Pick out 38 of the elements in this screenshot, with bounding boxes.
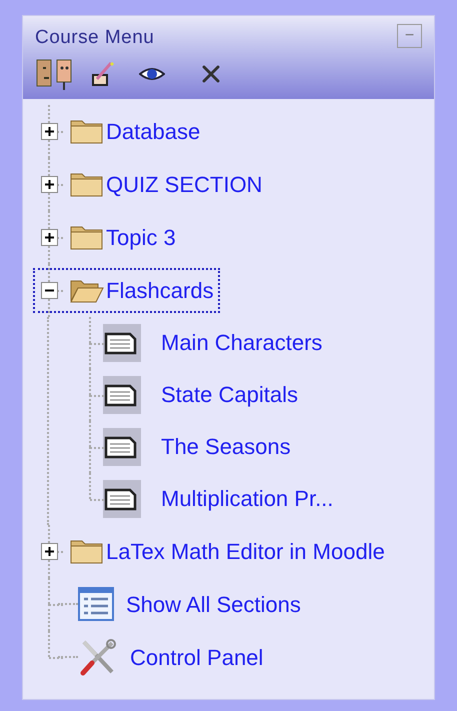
tree-item-label[interactable]: Show All Sections [126,588,301,620]
page-icon [103,376,141,414]
tree-item[interactable]: Topic 3 [33,214,182,260]
tree-item-label[interactable]: Main Characters [161,326,322,359]
tree-item-label[interactable]: The Seasons [161,430,291,463]
page-icon [103,480,141,518]
eye-icon[interactable] [139,66,165,82]
expand-toggle[interactable] [40,228,58,246]
plus-icon [44,126,54,136]
tree-item[interactable]: Database [33,108,206,154]
list-icon [78,587,114,621]
expand-toggle[interactable] [40,122,58,140]
plus-icon [44,546,54,556]
tree-item-label[interactable]: State Capitals [161,378,298,411]
tree-item[interactable]: Flashcards [33,268,220,312]
panel-title: Course Menu [35,26,154,50]
folder-icon [70,118,104,144]
tree-item-label[interactable]: Topic 3 [106,220,176,254]
tree-item-label[interactable]: LaTex Math Editor in Moodle [106,534,385,568]
tree-item-label[interactable]: QUIZ SECTION [106,168,262,200]
page-icon [103,324,141,362]
tree-item-label[interactable]: Flashcards [106,274,214,306]
tree-item[interactable]: LaTex Math Editor in Moodle [33,528,391,574]
tree-item[interactable]: QUIZ SECTION [33,162,268,206]
pencil-hand-icon[interactable] [89,60,115,86]
expand-toggle[interactable] [40,542,58,560]
collapse-toggle[interactable] [40,282,58,298]
tree-item-label[interactable]: Control Panel [130,640,264,674]
plus-icon [44,232,54,242]
folder-icon [70,171,104,197]
expand-toggle[interactable] [40,176,58,192]
tree-item-label[interactable]: Multiplication Pr... [161,482,334,515]
tree-item-label[interactable]: Database [106,114,200,148]
page-icon [103,428,141,466]
tools-icon [78,638,118,676]
folder-icon [70,538,104,564]
folder-icon [70,224,104,250]
plus-icon [44,178,54,190]
